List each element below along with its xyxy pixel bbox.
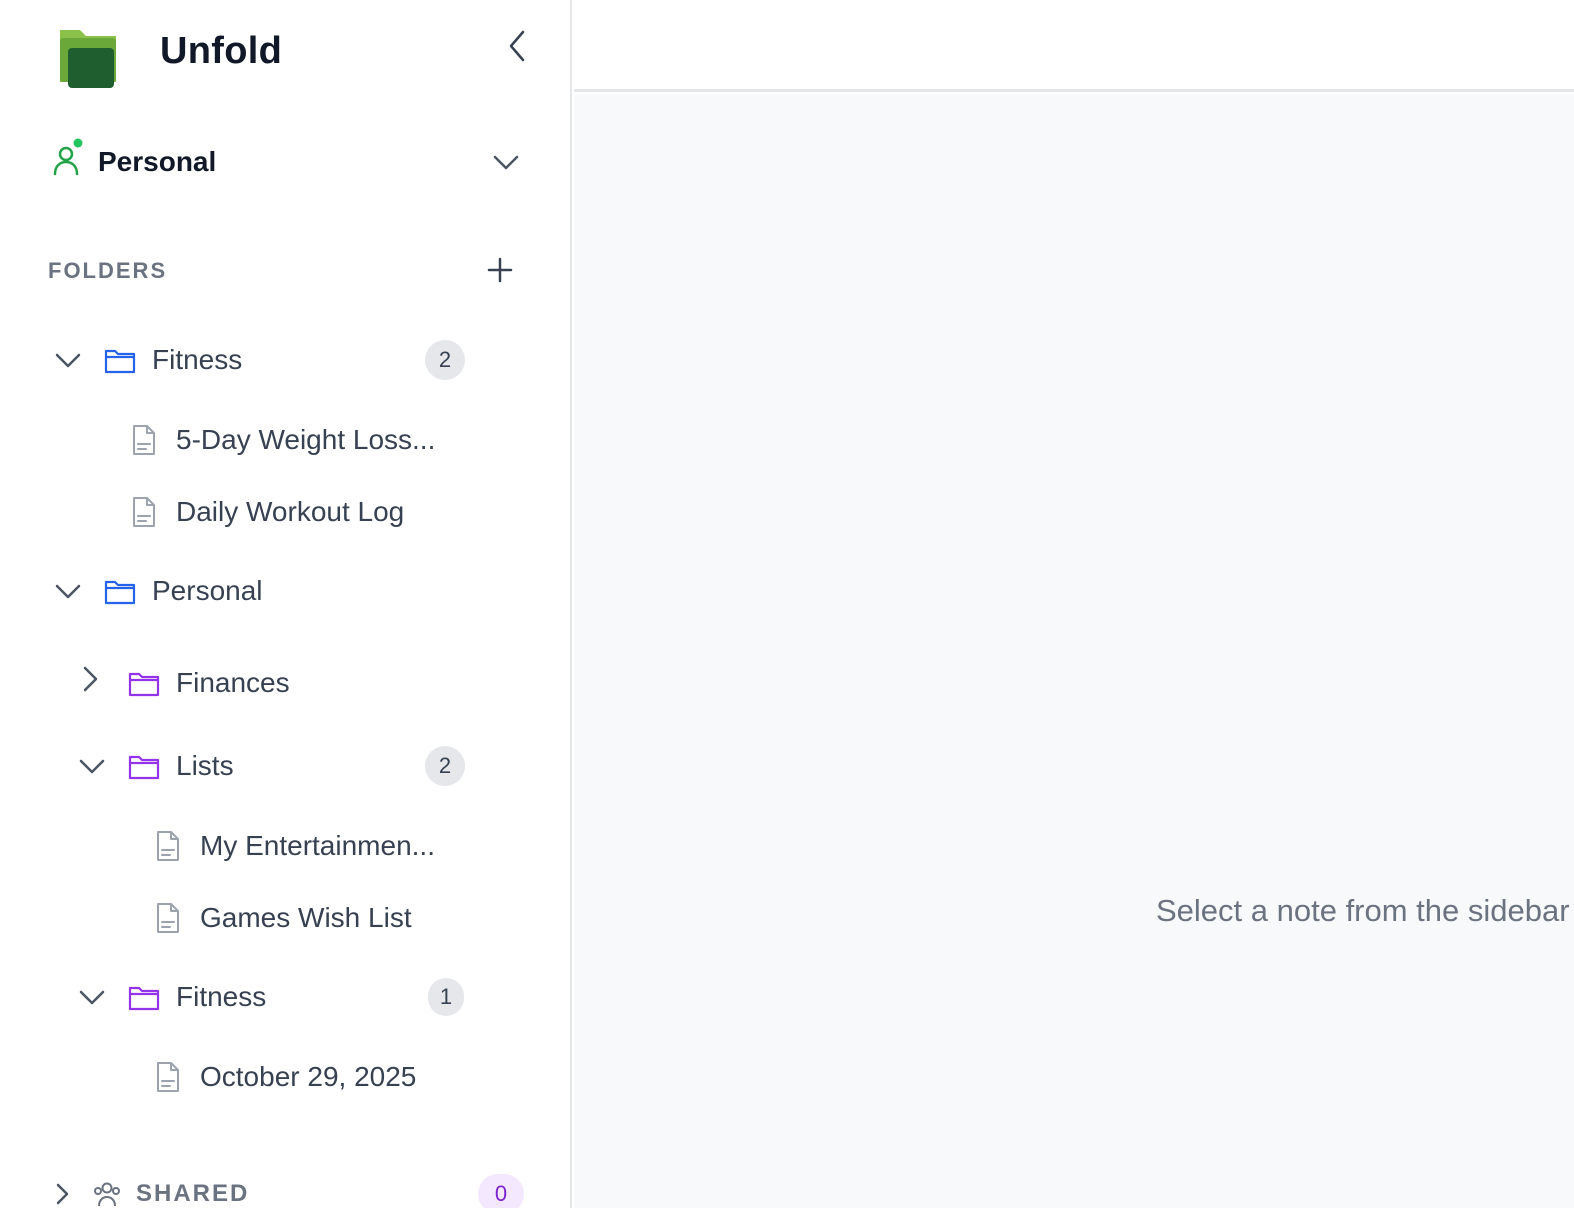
count-badge: 2 — [425, 340, 465, 380]
folder-label: Fitness — [152, 344, 243, 375]
shared-section-toggle[interactable]: SHARED 0 — [48, 1172, 528, 1208]
folder-lists[interactable]: Lists 2 — [72, 738, 468, 794]
count-badge: 1 — [428, 978, 464, 1016]
chevron-right-icon — [56, 1183, 69, 1205]
main-header — [574, 0, 1574, 92]
folder-fitness-personal[interactable]: Fitness 1 — [72, 969, 468, 1025]
folder-fitness[interactable]: Fitness 2 — [48, 332, 468, 388]
folder-icon — [128, 755, 160, 780]
app-title: Unfold — [160, 30, 283, 72]
folder-icon — [104, 349, 136, 374]
folder-icon — [128, 672, 160, 697]
users-icon — [94, 1182, 120, 1207]
document-icon — [133, 425, 155, 455]
folder-icon — [128, 986, 160, 1011]
user-online-icon — [53, 138, 83, 176]
note-label: Daily Workout Log — [176, 496, 405, 527]
folder-label: Finances — [176, 667, 290, 698]
main-content: Select a note from the sidebar — [574, 95, 1574, 1208]
workspace-selector[interactable]: Personal — [48, 132, 532, 192]
folder-label: Fitness — [176, 981, 267, 1012]
note-item[interactable]: 5-Day Weight Loss... — [128, 412, 468, 468]
note-label: My Entertainmen... — [200, 830, 435, 861]
chevron-down-icon — [79, 759, 105, 774]
chevron-down-icon — [79, 990, 105, 1005]
note-item[interactable]: October 29, 2025 — [152, 1049, 468, 1105]
chevron-down-icon — [55, 353, 81, 368]
shared-count-badge: 0 — [478, 1174, 524, 1208]
empty-state-message: Select a note from the sidebar — [1156, 893, 1570, 928]
chevron-down-icon — [493, 155, 519, 170]
folder-finances[interactable]: Finances — [72, 655, 468, 711]
document-icon — [157, 903, 179, 933]
note-item[interactable]: My Entertainmen... — [152, 818, 468, 874]
app-window: Unfold Personal FOLDERS Fitness 2 5-Day … — [0, 0, 1574, 1208]
chevron-left-icon — [509, 30, 525, 62]
shared-label: SHARED — [136, 1180, 250, 1207]
add-folder-button[interactable] — [484, 254, 516, 286]
plus-icon — [487, 257, 513, 283]
folder-label: Personal — [152, 575, 263, 606]
folder-icon — [104, 580, 136, 605]
sidebar: Unfold Personal FOLDERS Fitness 2 5-Day … — [0, 0, 572, 1208]
note-label: October 29, 2025 — [200, 1061, 417, 1092]
folders-header: FOLDERS — [48, 258, 168, 283]
collapse-sidebar-button[interactable] — [500, 26, 534, 66]
note-label: 5-Day Weight Loss... — [176, 424, 436, 455]
count-badge: 2 — [425, 746, 465, 786]
document-icon — [157, 1062, 179, 1092]
note-item[interactable]: Daily Workout Log — [128, 484, 468, 540]
workspace-label: Personal — [98, 146, 217, 177]
note-label: Games Wish List — [200, 902, 412, 933]
document-icon — [157, 831, 179, 861]
document-icon — [133, 497, 155, 527]
note-item[interactable]: Games Wish List — [152, 890, 468, 946]
chevron-right-icon — [83, 666, 98, 692]
folder-personal[interactable]: Personal — [48, 563, 468, 619]
chevron-down-icon — [55, 584, 81, 599]
app-logo-icon — [60, 30, 116, 88]
folder-label: Lists — [176, 750, 234, 781]
